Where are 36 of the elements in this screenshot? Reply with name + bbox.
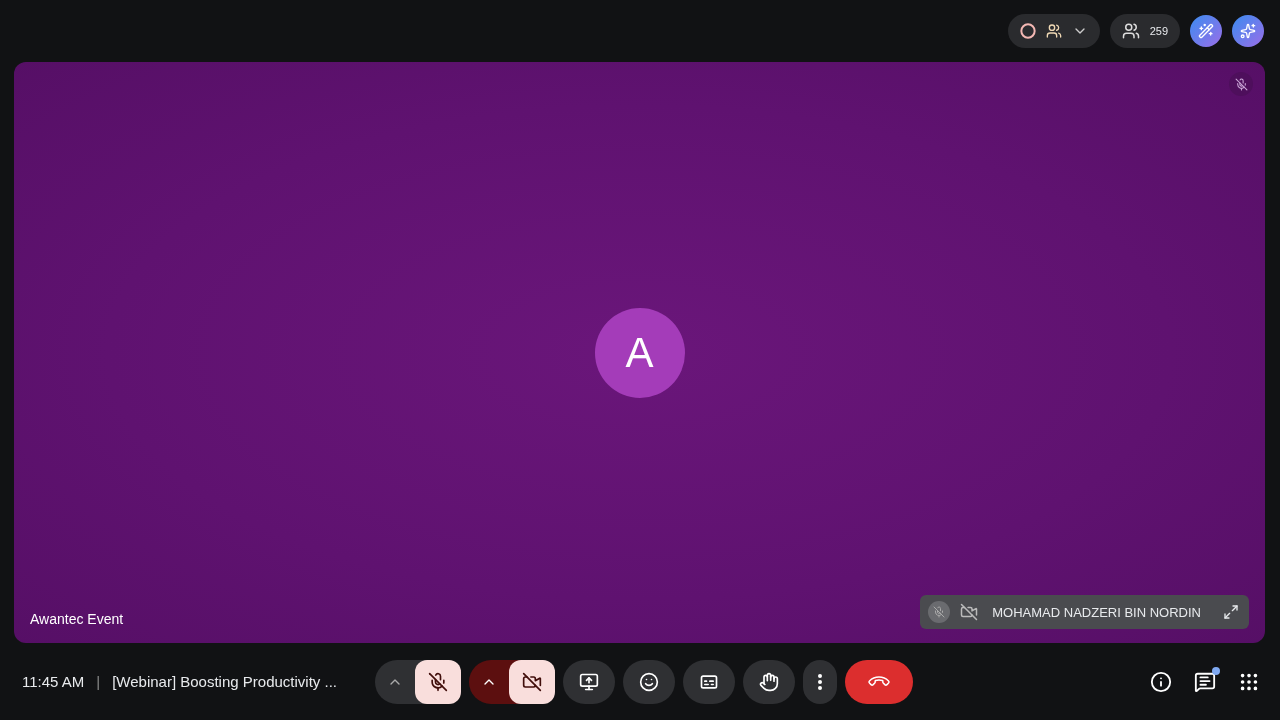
participants-button[interactable]: 259 (1109, 14, 1180, 48)
participants-icon (1121, 22, 1140, 40)
more-icon (818, 673, 822, 690)
meeting-title: [Webinar] Boosting Productivity ... (112, 673, 337, 690)
participant-name: Awantec Event (30, 611, 124, 627)
present-button[interactable] (563, 659, 615, 704)
mic-off-icon (933, 606, 946, 618)
mic-off-icon (428, 671, 448, 692)
smiley-icon (639, 671, 659, 692)
camera-off-icon (522, 671, 542, 692)
hand-icon (759, 671, 779, 692)
leave-call-button[interactable] (845, 659, 913, 704)
info-icon (1150, 670, 1172, 693)
info-button[interactable] (1150, 670, 1172, 693)
wand-icon (1198, 23, 1214, 39)
microphone-button[interactable] (415, 659, 461, 704)
mic-off-icon (1234, 77, 1248, 91)
captions-button[interactable] (683, 659, 735, 704)
camera-button[interactable] (509, 659, 555, 704)
people-icon (1045, 23, 1062, 39)
sparkle-button[interactable] (1232, 15, 1264, 47)
more-button[interactable] (803, 659, 837, 704)
avatar: A (594, 307, 685, 398)
screen-share-icon (579, 671, 599, 692)
separator: | (96, 673, 101, 690)
self-name: MOHAMAD NADZERI BIN NORDIN (992, 604, 1201, 620)
effects-button[interactable] (1190, 15, 1222, 47)
participant-count: 259 (1149, 25, 1168, 37)
sparkle-icon (1240, 23, 1256, 39)
emoji-button[interactable] (623, 659, 675, 704)
chat-icon (1194, 670, 1216, 693)
meeting-time: 11:45 AM (22, 673, 85, 690)
expand-icon[interactable] (1223, 604, 1239, 620)
recording-pill[interactable] (1007, 14, 1100, 48)
raise-hand-button[interactable] (743, 659, 795, 704)
record-icon (1019, 23, 1036, 39)
